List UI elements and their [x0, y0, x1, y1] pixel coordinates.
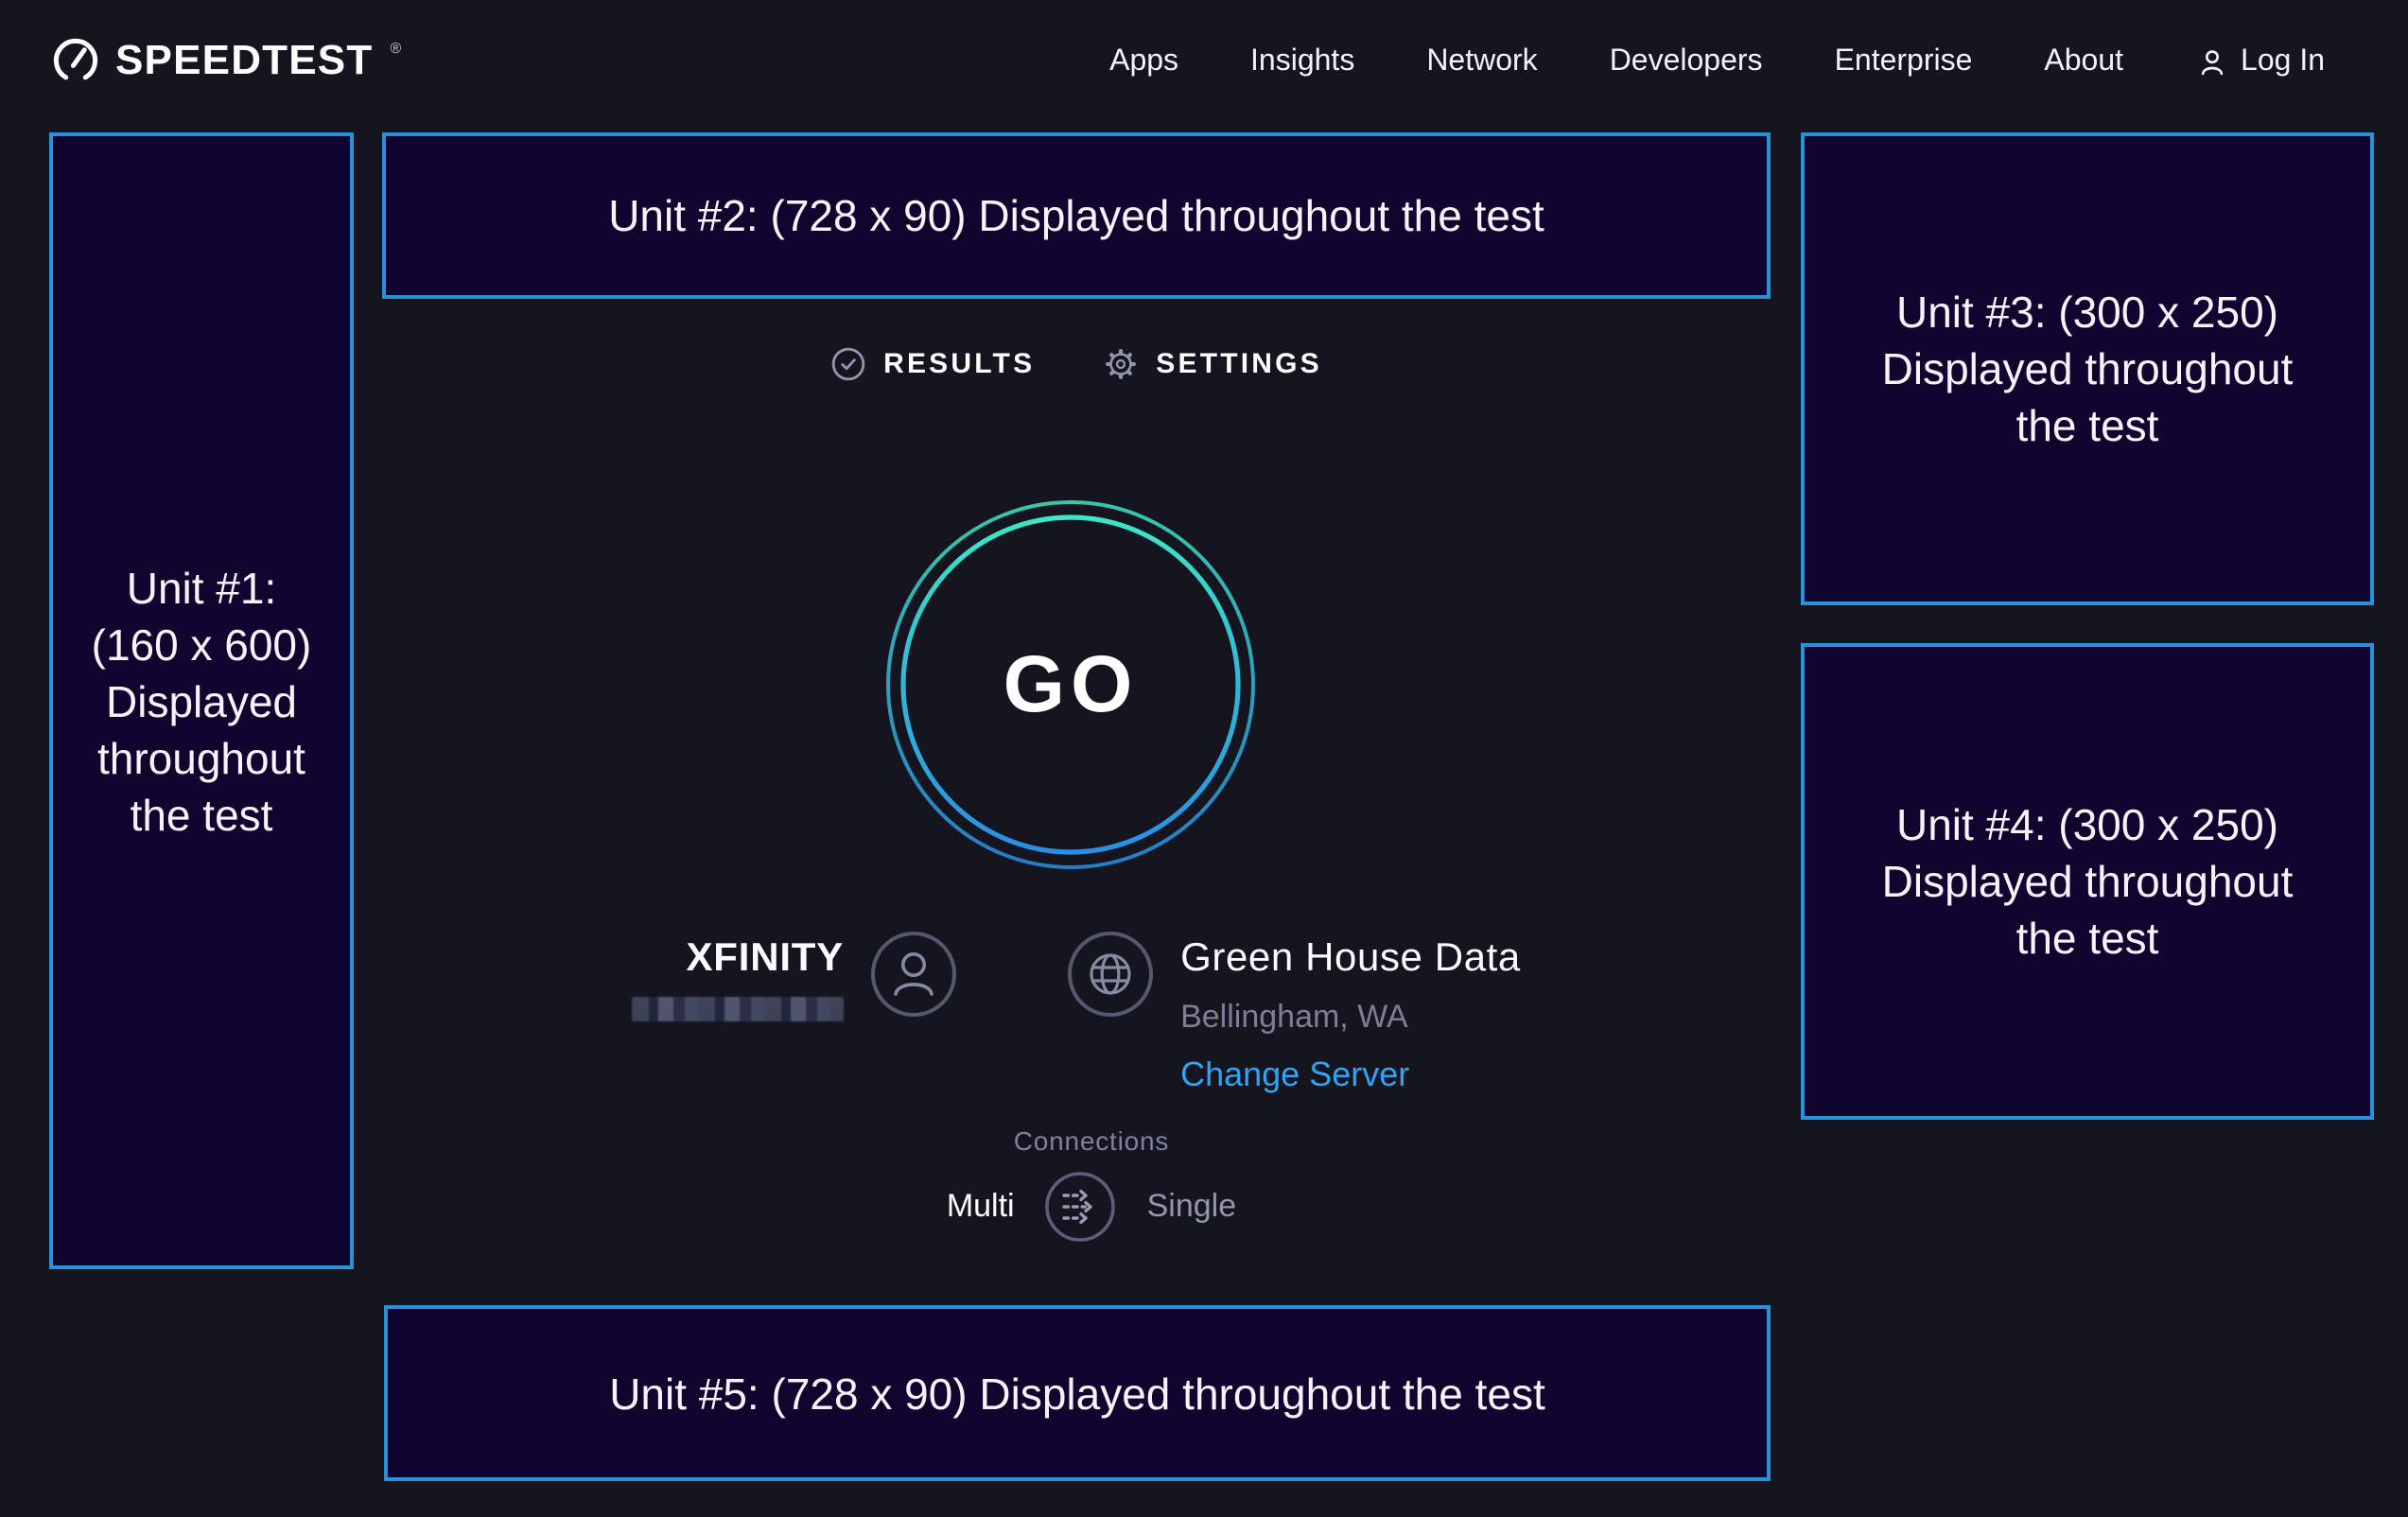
connections-single-option[interactable]: Single — [1147, 1188, 1237, 1226]
connection-info: XFINITY Green House Data Bellingham, WA — [382, 931, 1771, 1095]
nav-login-label: Log In — [2241, 45, 2325, 79]
tab-settings[interactable]: SETTINGS — [1103, 346, 1322, 382]
isp-ip-redacted — [632, 997, 844, 1021]
person-icon — [2195, 46, 2227, 78]
tab-results[interactable]: RESULTS — [830, 346, 1035, 382]
isp-name: XFINITY — [632, 936, 844, 982]
nav-item-enterprise[interactable]: Enterprise — [1835, 45, 1973, 79]
check-circle-icon — [830, 346, 866, 382]
multi-connection-icon[interactable] — [1045, 1171, 1117, 1243]
ad-unit-5-text: Unit #5: (728 x 90) Displayed throughout… — [609, 1365, 1545, 1421]
trademark-symbol: ® — [390, 39, 401, 56]
ad-unit-5[interactable]: Unit #5: (728 x 90) Displayed throughout… — [384, 1305, 1771, 1481]
ad-unit-1[interactable]: Unit #1: (160 x 600) Displayed throughou… — [49, 132, 354, 1269]
view-tabs: RESULTS SETTINGS — [382, 346, 1771, 382]
brand-name: SPEEDTEST — [115, 36, 373, 85]
go-button[interactable]: GO — [885, 499, 1256, 870]
navbar: SPEEDTEST ® Apps Insights Network Develop… — [0, 0, 2408, 129]
change-server-link[interactable]: Change Server — [1180, 1055, 1521, 1095]
nav-item-apps[interactable]: Apps — [1109, 45, 1178, 79]
speedtest-gauge-icon — [51, 36, 100, 85]
ad-unit-2[interactable]: Unit #2: (728 x 90) Displayed throughout… — [382, 132, 1771, 299]
speedtest-page: SPEEDTEST ® Apps Insights Network Develop… — [0, 0, 2408, 1517]
ad-unit-4[interactable]: Unit #4: (300 x 250) Displayed throughou… — [1801, 643, 2374, 1120]
isp-block: XFINITY — [632, 931, 844, 1031]
ad-unit-3-text: Unit #3: (300 x 250) Displayed throughou… — [1868, 284, 2307, 454]
go-button-label: GO — [885, 499, 1256, 870]
nav-login[interactable]: Log In — [2195, 45, 2325, 79]
nav-item-developers[interactable]: Developers — [1610, 45, 1763, 79]
server-block: Green House Data Bellingham, WA Change S… — [1180, 931, 1521, 1095]
connections-label: Connections — [397, 1125, 1786, 1156]
nav-item-about[interactable]: About — [2044, 45, 2123, 79]
main-nav: Apps Insights Network Developers Enterpr… — [1109, 45, 2325, 79]
nav-item-insights[interactable]: Insights — [1250, 45, 1354, 79]
gear-icon — [1103, 346, 1139, 382]
ad-unit-4-text: Unit #4: (300 x 250) Displayed throughou… — [1868, 796, 2307, 967]
tab-settings-label: SETTINGS — [1156, 348, 1322, 380]
logo[interactable]: SPEEDTEST ® — [51, 36, 401, 85]
server-location: Bellingham, WA — [1180, 999, 1521, 1037]
ad-unit-1-text: Unit #1: (160 x 600) Displayed throughou… — [88, 559, 315, 843]
server-name: Green House Data — [1180, 936, 1521, 982]
connections-toggle-row: Multi Single — [397, 1171, 1786, 1243]
ad-unit-2-text: Unit #2: (728 x 90) Displayed throughout… — [608, 187, 1544, 244]
connections-multi-option[interactable]: Multi — [947, 1188, 1015, 1226]
globe-icon — [1067, 931, 1154, 1018]
connections-section: Connections Multi Single — [397, 1125, 1786, 1243]
tab-results-label: RESULTS — [883, 348, 1035, 380]
ad-unit-3[interactable]: Unit #3: (300 x 250) Displayed throughou… — [1801, 132, 2374, 605]
person-icon — [870, 931, 957, 1018]
nav-item-network[interactable]: Network — [1426, 45, 1537, 79]
